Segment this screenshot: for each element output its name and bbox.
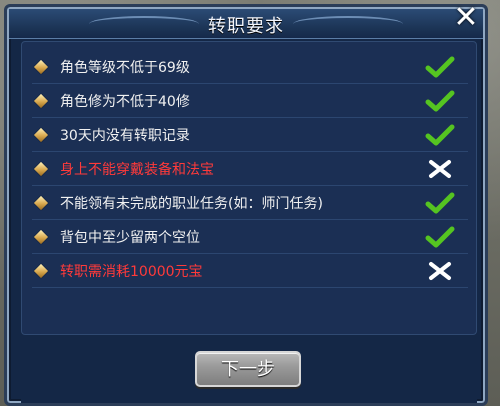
close-icon[interactable]: ✕ bbox=[447, 3, 485, 35]
check-icon bbox=[422, 121, 458, 149]
diamond-bullet-icon bbox=[33, 59, 49, 74]
diamond-bullet-icon bbox=[33, 263, 49, 278]
diamond-bullet-icon bbox=[33, 229, 49, 244]
diamond-bullet-icon bbox=[33, 161, 49, 176]
requirement-row: 角色修为不低于40修 bbox=[32, 84, 468, 118]
requirement-row: 30天内没有转职记录 bbox=[32, 118, 468, 152]
diamond-bullet-icon bbox=[33, 127, 49, 142]
diamond-bullet-icon bbox=[33, 195, 49, 210]
requirement-text: 背包中至少留两个空位 bbox=[60, 229, 200, 246]
requirement-text: 转职需消耗10000元宝 bbox=[60, 263, 203, 280]
requirement-text: 角色等级不低于69级 bbox=[60, 59, 190, 76]
diamond-bullet-icon bbox=[33, 93, 49, 108]
check-icon bbox=[422, 189, 458, 217]
requirement-text: 30天内没有转职记录 bbox=[60, 127, 190, 144]
check-icon bbox=[422, 53, 458, 81]
check-icon bbox=[422, 223, 458, 251]
dialog-titlebar: 转职要求 bbox=[9, 9, 483, 39]
check-icon bbox=[422, 87, 458, 115]
requirement-text: 角色修为不低于40修 bbox=[60, 93, 190, 110]
requirement-row: 不能领有未完成的职业任务(如：师门任务) bbox=[32, 186, 468, 220]
requirement-text: 身上不能穿戴装备和法宝 bbox=[60, 161, 214, 178]
requirement-text: 不能领有未完成的职业任务(如：师门任务) bbox=[60, 195, 323, 212]
requirement-row: 转职需消耗10000元宝 bbox=[32, 254, 468, 288]
cross-icon bbox=[422, 257, 458, 285]
dialog-title: 转职要求 bbox=[208, 16, 284, 37]
cross-icon bbox=[422, 155, 458, 183]
job-change-requirements-dialog: 转职要求 ✕ 角色等级不低于69级 角色修为不低于40修 30天内没有转职记录身上不… bbox=[4, 3, 488, 406]
next-step-button[interactable]: 下一步 bbox=[195, 351, 301, 387]
requirement-row: 角色等级不低于69级 bbox=[32, 50, 468, 84]
dialog-footer: 下一步 bbox=[21, 337, 477, 403]
requirements-list: 角色等级不低于69级 角色修为不低于40修 30天内没有转职记录身上不能穿戴装备和法… bbox=[21, 41, 477, 335]
requirement-row: 身上不能穿戴装备和法宝 bbox=[32, 152, 468, 186]
requirement-row: 背包中至少留两个空位 bbox=[32, 220, 468, 254]
